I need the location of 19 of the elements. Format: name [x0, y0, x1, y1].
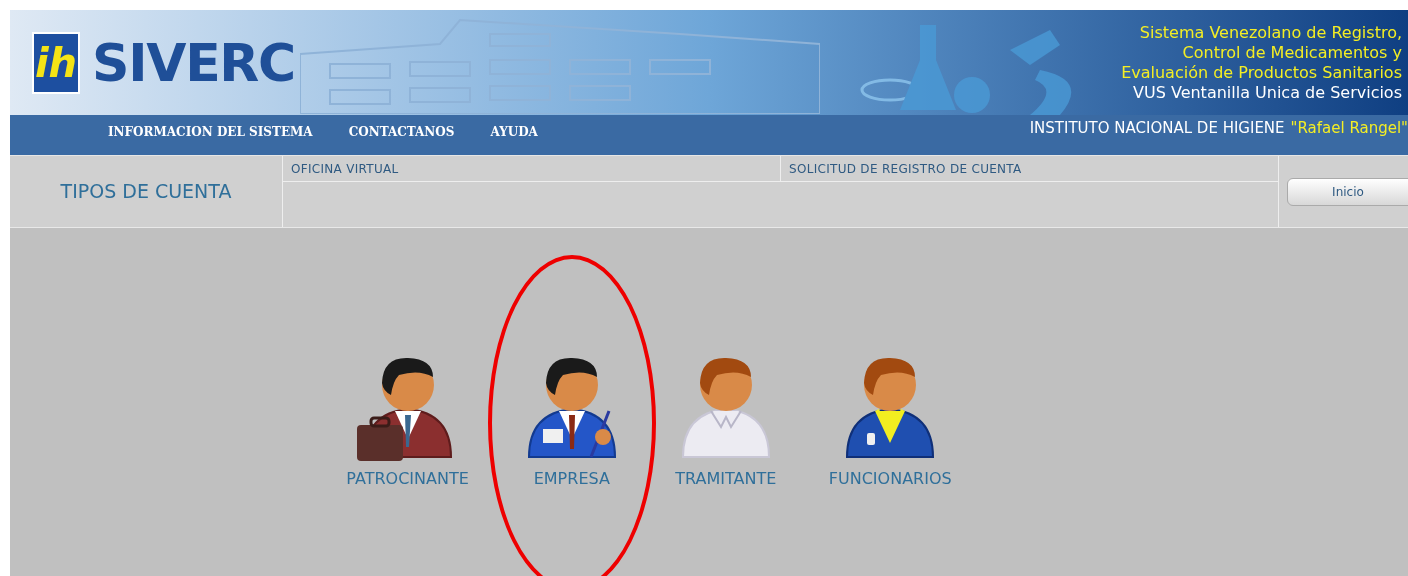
system-subtitle: VUS Ventanilla Unica de Servicios — [1133, 82, 1402, 103]
institute-name: INSTITUTO NACIONAL DE HIGIENE — [1029, 118, 1285, 139]
section-title: TIPOS DE CUENTA — [60, 179, 232, 205]
home-button[interactable]: Inicio — [1287, 178, 1408, 206]
app-logo: SIVERC — [92, 36, 295, 89]
breadcrumb-label: SOLICITUD DE REGISTRO DE CUENTA — [789, 160, 1022, 178]
breadcrumb-label: OFICINA VIRTUAL — [291, 160, 399, 178]
account-type-link[interactable]: TRAMITANTE — [671, 467, 781, 491]
system-title: Control de Medicamentos y — [1182, 42, 1402, 63]
system-title: Evaluación de Productos Sanitarios — [1121, 62, 1402, 83]
nav-link[interactable]: AYUDA — [490, 123, 538, 141]
nav-link[interactable]: INFORMACION DEL SISTEMA — [108, 123, 313, 141]
institute-honoree: "Rafael Rangel" — [1290, 118, 1408, 139]
account-type-link[interactable]: FUNCIONARIOS — [824, 467, 956, 491]
account-type-link[interactable]: PATROCINANTE — [342, 467, 473, 491]
institute-logo: ih — [32, 31, 80, 94]
system-title: Sistema Venezolano de Registro, — [1139, 22, 1402, 43]
account-type-link[interactable]: EMPRESA — [529, 467, 614, 491]
nav-link[interactable]: CONTACTANOS — [348, 123, 455, 141]
